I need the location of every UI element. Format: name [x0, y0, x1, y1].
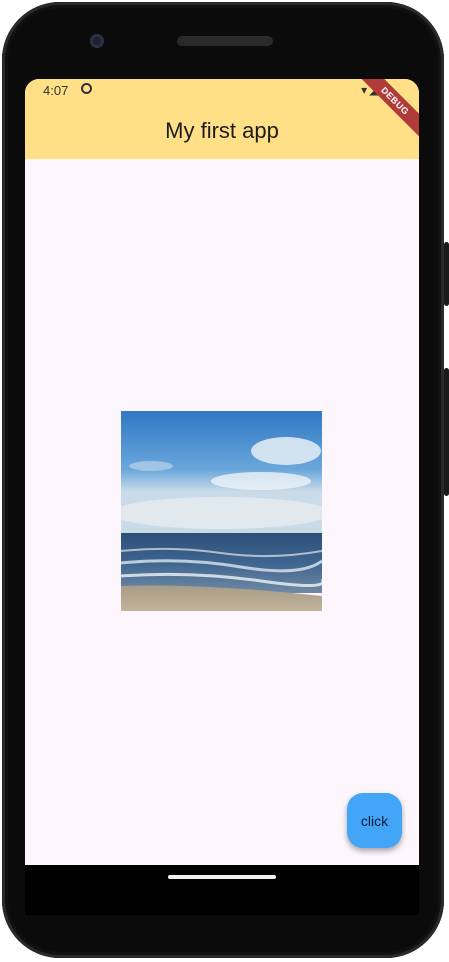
front-camera [90, 34, 104, 48]
app-screen: 4:07 ▾◢▮ My first app DEBUG [25, 79, 419, 865]
status-time: 4:07 [43, 83, 69, 98]
beach-photo [121, 411, 322, 611]
page-title: My first app [165, 118, 279, 143]
earpiece-speaker [177, 36, 273, 46]
power-button [444, 242, 449, 306]
status-notification-icon [81, 83, 92, 94]
home-indicator[interactable] [168, 875, 276, 879]
status-bar: 4:07 ▾◢▮ [25, 79, 419, 103]
navigation-bar [25, 865, 419, 915]
click-button-label: click [360, 812, 389, 829]
volume-button [444, 368, 449, 496]
click-button[interactable]: click [347, 793, 402, 848]
beach-photo-image [121, 411, 322, 611]
app-bar: My first app [25, 103, 419, 159]
